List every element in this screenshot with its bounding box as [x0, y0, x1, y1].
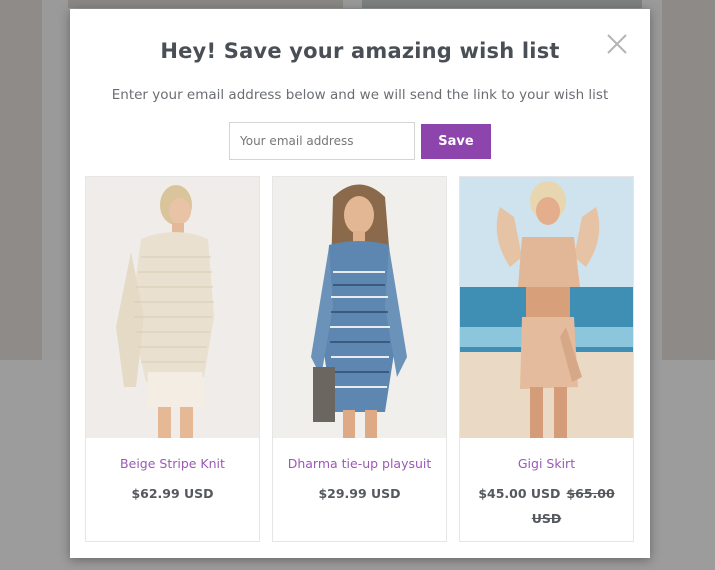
product-card[interactable]: Dharma tie-up playsuit $29.99 USD	[272, 176, 447, 542]
background-product-tile	[662, 0, 715, 360]
background-product-tile	[68, 0, 343, 8]
modal-title: Hey! Save your amazing wish list	[160, 39, 560, 63]
product-card[interactable]: Gigi Skirt $45.00 USD $65.00 USD	[459, 176, 634, 542]
price: $45.00 USD	[478, 486, 561, 501]
modal-subtitle: Enter your email address below and we wi…	[111, 87, 609, 103]
product-price: $29.99 USD	[279, 481, 440, 506]
price: $29.99 USD	[318, 486, 401, 501]
email-field[interactable]	[229, 122, 415, 160]
product-image[interactable]	[86, 177, 259, 438]
product-card[interactable]: Beige Stripe Knit $62.99 USD	[85, 176, 260, 542]
background-product-tile	[0, 0, 42, 360]
product-price: $45.00 USD $65.00 USD	[466, 481, 627, 531]
product-image[interactable]	[273, 177, 446, 438]
product-list: Beige Stripe Knit $62.99 USD Dharma tie-…	[85, 176, 635, 543]
product-name[interactable]: Dharma tie-up playsuit	[273, 456, 446, 471]
wishlist-modal: Hey! Save your amazing wish list Enter y…	[70, 9, 650, 558]
product-image[interactable]	[460, 177, 633, 438]
background-product-tile	[362, 0, 642, 8]
save-button[interactable]: Save	[421, 124, 491, 159]
product-name[interactable]: Beige Stripe Knit	[86, 456, 259, 471]
product-name[interactable]: Gigi Skirt	[460, 456, 633, 471]
price: $62.99 USD	[131, 486, 214, 501]
product-price: $62.99 USD	[92, 481, 253, 506]
